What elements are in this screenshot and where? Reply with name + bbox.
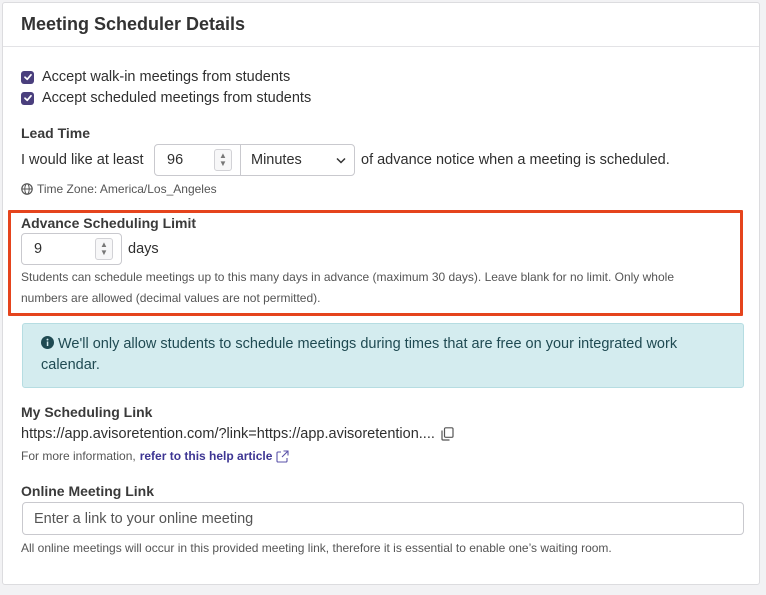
- advance-limit-value: 9: [34, 241, 43, 257]
- help-article-link[interactable]: refer to this help article: [140, 449, 273, 463]
- timezone-row: Time Zone: America/Los_Angeles: [21, 182, 217, 196]
- timezone-text: Time Zone: America/Los_Angeles: [37, 182, 217, 196]
- copy-icon[interactable]: [441, 427, 454, 441]
- chevron-down-icon: [336, 157, 346, 164]
- help-info-row: For more information, refer to this help…: [21, 449, 289, 463]
- scheduled-checkbox-row[interactable]: Accept scheduled meetings from students: [21, 90, 311, 106]
- lead-time-value: 96: [167, 152, 184, 168]
- meeting-scheduler-card: Meeting Scheduler Details Accept walk-in…: [2, 2, 760, 585]
- external-link-icon[interactable]: [276, 449, 289, 463]
- advance-limit-heading: Advance Scheduling Limit: [21, 215, 197, 231]
- scheduled-checkbox[interactable]: [21, 91, 34, 105]
- walk-in-checkbox-row[interactable]: Accept walk-in meetings from students: [21, 69, 290, 85]
- lead-time-prefix: I would like at least: [21, 152, 144, 168]
- online-meeting-help: All online meetings will occur in this p…: [21, 541, 612, 555]
- globe-icon: [21, 183, 33, 195]
- online-meeting-input-wrap[interactable]: [22, 502, 744, 535]
- scheduling-link-row: https://app.avisoretention.com/?link=htt…: [21, 426, 454, 442]
- online-meeting-heading: Online Meeting Link: [21, 483, 155, 499]
- info-alert-text: We'll only allow students to schedule me…: [41, 336, 678, 373]
- advance-limit-stepper-icon[interactable]: ▲ ▼: [95, 238, 113, 260]
- scheduling-link-heading: My Scheduling Link: [21, 404, 153, 420]
- walk-in-checkbox[interactable]: [21, 70, 34, 84]
- lead-time-suffix: of advance notice when a meeting is sche…: [361, 152, 670, 168]
- lead-time-unit-select[interactable]: Minutes: [240, 144, 355, 176]
- help-info-prefix: For more information,: [21, 449, 136, 463]
- advance-limit-help-1: Students can schedule meetings up to thi…: [21, 270, 674, 284]
- lead-time-number-input[interactable]: 96 ▲ ▼: [154, 144, 241, 176]
- lead-time-stepper-icon[interactable]: ▲ ▼: [214, 149, 232, 171]
- scheduling-link-url: https://app.avisoretention.com/?link=htt…: [21, 426, 435, 442]
- card-title: Meeting Scheduler Details: [3, 3, 759, 47]
- scheduled-label: Accept scheduled meetings from students: [42, 90, 312, 106]
- info-icon: [41, 336, 54, 349]
- advance-limit-unit: days: [128, 241, 159, 257]
- online-meeting-input[interactable]: [34, 510, 732, 527]
- lead-time-unit-value: Minutes: [251, 152, 302, 168]
- walk-in-label: Accept walk-in meetings from students: [42, 69, 291, 85]
- advance-limit-help-2: numbers are allowed (decimal values are …: [21, 291, 321, 305]
- info-alert: We'll only allow students to schedule me…: [22, 323, 744, 388]
- lead-time-heading: Lead Time: [21, 125, 90, 141]
- advance-limit-input[interactable]: 9 ▲ ▼: [21, 233, 122, 265]
